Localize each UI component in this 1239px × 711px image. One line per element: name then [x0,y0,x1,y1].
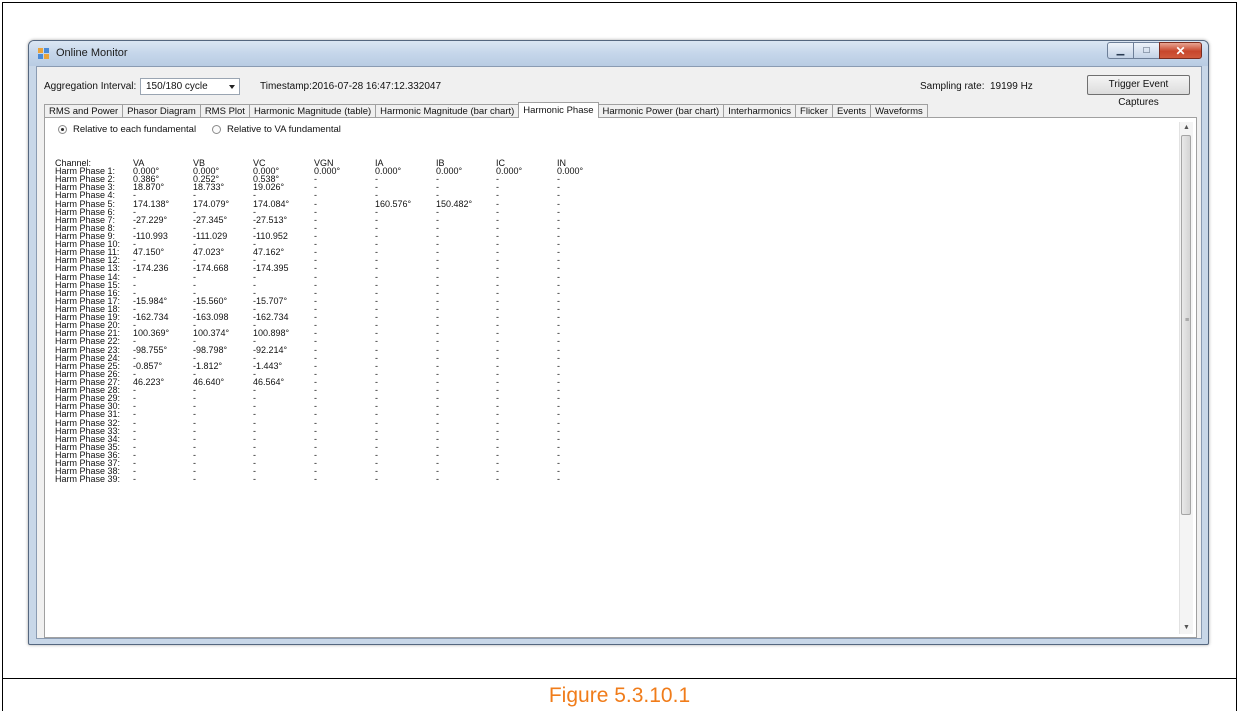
maximize-icon: □ [1143,45,1150,56]
table-cell: 160.576° [375,198,412,209]
tab-events[interactable]: Events [832,104,872,118]
radio-label: Relative to VA fundamental [227,124,341,135]
table-cell: 18.733° [193,182,225,193]
table-cell: -98.755° [133,344,168,355]
table-cell: 18.870° [133,182,165,193]
table-cell: -27.229° [133,214,168,225]
tab-rms-and-power[interactable]: RMS and Power [44,104,124,118]
scroll-up-icon[interactable]: ▲ [1180,122,1193,134]
timestamp-value: 2016-07-28 16:47:12.332047 [312,81,442,92]
figure-caption: Figure 5.3.10.1 [548,684,691,707]
radio-relative-each-fundamental[interactable]: Relative to each fundamental [58,124,196,135]
table-cell: -15.984° [133,295,168,306]
table-cell: -15.707° [253,295,288,306]
toolbar: Aggregation Interval: 150/180 cycle Time… [37,67,1201,108]
table-cell: -27.513° [253,214,288,225]
tab-waveforms[interactable]: Waveforms [870,104,928,118]
table-cell: -174.668 [193,263,229,274]
vertical-scrollbar[interactable]: ▲ ≡ ▼ [1179,122,1193,634]
tab-phasor-diagram[interactable]: Phasor Diagram [122,104,201,118]
maximize-button[interactable]: □ [1133,42,1159,59]
table-cell: -162.734 [133,312,169,323]
tab-harmonic-phase[interactable]: Harmonic Phase [518,102,599,118]
close-button[interactable]: ✕ [1159,42,1202,59]
minimize-icon: ▁ [1116,45,1125,56]
row-label: Harm Phase 39: [55,474,121,485]
grip-icon: ≡ [1185,317,1190,324]
table-cell: -174.395 [253,263,289,274]
radio-relative-va-fundamental[interactable]: Relative to VA fundamental [212,124,341,135]
tab-rms-plot[interactable]: RMS Plot [199,104,250,118]
app-icon [38,48,49,59]
window-title: Online Monitor [56,47,128,59]
table-cell: 46.564° [253,376,285,387]
table-cell: 174.079° [193,198,230,209]
harmonic-phase-panel: Relative to each fundamental Relative to… [44,117,1197,638]
table-cell: - [557,474,560,485]
tab-strip: RMS and Power Phasor Diagram RMS Plot Harmo… [44,102,928,118]
table-cell: -110.952 [253,230,288,241]
table-cell: 47.023° [193,247,225,258]
aggregation-value: 150/180 cycle [146,81,208,92]
table-cell: 46.223° [133,376,165,387]
table-cell: -15.560° [193,295,228,306]
online-monitor-window: Online Monitor ▁ □ ✕ Aggregation Interva… [28,40,1209,645]
table-cell: - [436,474,439,485]
table-cell: 0.000° [436,166,463,177]
aggregation-interval-select[interactable]: 150/180 cycle [140,78,240,95]
table-cell: 174.138° [133,198,170,209]
table-cell: 0.000° [496,166,523,177]
table-cell: - [314,474,317,485]
table-cell: 0.000° [557,166,584,177]
table-cell: 100.374° [193,328,230,339]
scrollbar-thumb[interactable]: ≡ [1181,135,1191,515]
window-controls: ▁ □ ✕ [1107,42,1202,59]
table-cell: 100.369° [133,328,170,339]
table-cell: 47.162° [253,247,285,258]
radio-label: Relative to each fundamental [73,124,197,135]
table-cell: 0.000° [314,166,341,177]
table-cell: - [496,474,499,485]
scroll-down-icon[interactable]: ▼ [1180,622,1193,634]
table-cell: 19.026° [253,182,285,193]
table-cell: -110.993 [133,230,168,241]
table-cell: 47.150° [133,247,165,258]
radio-selected-icon [58,125,67,134]
table-cell: 174.084° [253,198,290,209]
table-cell: -98.798° [193,344,228,355]
tab-flicker[interactable]: Flicker [795,104,834,118]
tab-harmonic-power-bar-chart[interactable]: Harmonic Power (bar chart) [597,104,725,118]
table-cell: -162.734 [253,312,289,323]
tab-harmonic-magnitude-bar-chart[interactable]: Harmonic Magnitude (bar chart) [375,104,520,118]
table-cell: 46.640° [193,376,225,387]
table-cell: -1.812° [193,360,223,371]
table-cell: -0.857° [133,360,163,371]
aggregation-label: Aggregation Interval: [44,81,137,92]
minimize-button[interactable]: ▁ [1107,42,1133,59]
tab-harmonic-magnitude-table[interactable]: Harmonic Magnitude (table) [248,104,377,118]
trigger-event-captures-button[interactable]: Trigger Event Captures [1087,75,1190,108]
client-area: Aggregation Interval: 150/180 cycle Time… [36,66,1202,639]
chevron-down-icon [229,85,235,89]
timestamp-label: Timestamp: [260,81,312,92]
table-cell: -111.029 [193,230,228,241]
sampling-rate-label: Sampling rate: [920,81,985,92]
title-bar[interactable]: Online Monitor ▁ □ ✕ [29,41,1208,66]
table-cell: -1.443° [253,360,283,371]
close-icon: ✕ [1175,43,1186,58]
table-cell: -27.345° [193,214,228,225]
table-cell: -163.098 [193,312,229,323]
table-cell: 0.000° [375,166,402,177]
table-cell: 150.482° [436,198,473,209]
table-cell: - [133,474,136,485]
table-cell: -174.236 [133,263,169,274]
table-cell: - [375,474,378,485]
table-cell: 100.898° [253,328,290,339]
table-cell: - [193,474,196,485]
table-cell: -92.214° [253,344,288,355]
table-cell: - [253,474,256,485]
sampling-rate-value: 19199 Hz [990,81,1033,92]
radio-unselected-icon [212,125,221,134]
tab-interharmonics[interactable]: Interharmonics [723,104,797,118]
